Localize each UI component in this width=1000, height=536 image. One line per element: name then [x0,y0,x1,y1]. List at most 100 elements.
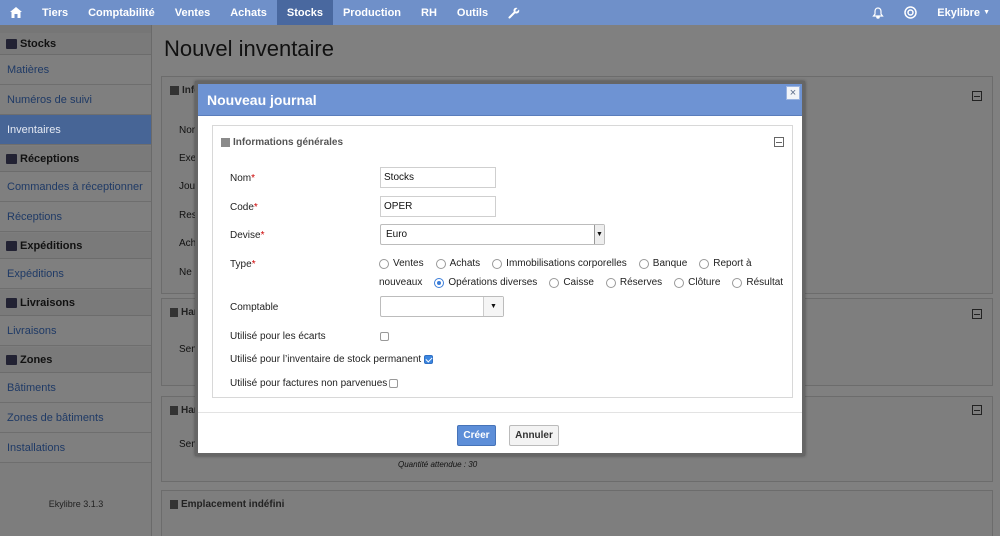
sidebar-item-receptions[interactable]: Réceptions [0,202,151,232]
type-radio-row-2: nouveaux Opérations diverses Caisse Rése… [379,277,783,288]
home-icon [10,7,22,18]
close-button[interactable]: × [786,86,800,100]
comptable-label: Comptable [230,302,279,313]
book-icon [221,138,230,147]
ecarts-checkbox[interactable] [380,332,389,341]
collapse-icon[interactable] [972,309,982,319]
sidebar-group-expeditions: Expéditions [0,233,151,259]
sidebar-item-numeros-suivi[interactable]: Numéros de suivi [0,85,151,115]
page-title: Nouvel inventaire [164,36,334,61]
radio-reserves[interactable] [605,277,616,288]
sidebar-item-livraisons[interactable]: Livraisons [0,316,151,346]
radio-label: nouveaux [379,277,423,288]
sidebar-group-stocks: Stocks [0,33,151,55]
sidebar-item-matieres[interactable]: Matières [0,55,151,85]
truck-icon [6,297,17,308]
devise-select[interactable]: Euro ▼ [380,224,605,245]
radio-caisse[interactable] [549,277,560,288]
notifications-button[interactable] [862,0,894,25]
selected-value: Euro [386,229,408,240]
new-journal-dialog: Nouveau journal × Informations générales… [195,81,805,456]
panel-title-text: Emplacement indéfini [181,499,285,510]
radio-report-a-nouveaux[interactable] [699,258,710,269]
sidebar-group-title: Expéditions [20,239,83,252]
nav-comptabilite[interactable]: Comptabilité [78,0,165,25]
radio-label: Clôture [688,277,721,288]
version-label: Ekylibre 3.1.3 [48,499,104,509]
nav-ventes[interactable]: Ventes [165,0,220,25]
book-icon [6,38,17,49]
caret-down-icon: ▼ [983,9,990,16]
doc-icon [170,308,178,317]
sidebar-item-inventaires[interactable]: Inventaires [0,115,151,145]
radio-banque[interactable] [638,258,649,269]
sidebar-group-title: Stocks [20,37,57,50]
book-icon [170,86,179,95]
radio-label: Report à [713,258,752,269]
inventaire-label: Utilisé pour l’inventaire de stock perma… [230,354,422,365]
comptable-select[interactable]: ▼ [380,296,504,317]
expected-quantity: Quantité attendue : 30 [398,460,478,469]
sidebar-group-zones: Zones [0,347,151,373]
sidebar-item-installations[interactable]: Installations [0,433,151,463]
radio-ventes[interactable] [379,258,389,269]
user-menu[interactable]: Ekylibre ▼ [927,0,1000,25]
section-title-text: Informations générales [233,137,344,148]
home-button[interactable] [0,0,32,25]
cancel-button[interactable]: Annuler [509,425,559,446]
sidebar-group-title: Livraisons [20,296,76,309]
dialog-footer: Créer Annuler [198,412,802,456]
label-text: Nom [230,173,252,184]
chevron-down-icon: ▼ [594,225,604,244]
truck-icon [6,153,17,164]
label-text: Type [230,259,252,270]
collapse-icon[interactable] [972,91,982,101]
nom-field[interactable]: Stocks [380,167,496,188]
sidebar-item-batiments[interactable]: Bâtiments [0,373,151,403]
wrench-icon [508,7,520,19]
nav-tiers[interactable]: Tiers [32,0,78,25]
user-name: Ekylibre [937,6,981,19]
lifebuoy-icon [904,6,917,19]
factures-checkbox[interactable] [389,379,398,388]
nav-production[interactable]: Production [333,0,411,25]
radio-achats[interactable] [435,258,446,269]
radio-resultat[interactable] [732,277,743,288]
top-nav: Tiers Comptabilité Ventes Achats Stocks … [0,0,1000,25]
sidebar-group-receptions: Réceptions [0,146,151,172]
nom-label: Nom* [230,173,255,184]
general-info-section: Informations générales Nom* Stocks Code*… [212,125,793,398]
sidebar-item-expeditions[interactable]: Expéditions [0,259,151,289]
nav-outils[interactable]: Outils [447,0,498,25]
radio-cloture[interactable] [674,277,685,288]
sidebar-item-zones-batiments[interactable]: Zones de bâtiments [0,403,151,433]
type-label: Type* [230,259,256,270]
ecarts-label: Utilisé pour les écarts [230,331,326,342]
nav-achats[interactable]: Achats [220,0,277,25]
doc-icon [170,406,178,415]
close-icon: × [789,87,797,99]
inventaire-checkbox[interactable] [424,355,433,364]
sidebar-item-commandes-a-receptionner[interactable]: Commandes à réceptionner [0,172,151,202]
code-field[interactable]: OPER [380,196,496,217]
help-button[interactable] [894,0,927,25]
panel-title: Emplacement indéfini [170,499,284,510]
required-mark: * [253,202,258,213]
nav-rh[interactable]: RH [411,0,447,25]
settings-button[interactable] [498,0,530,25]
radio-operations-diverses[interactable] [434,277,445,288]
radio-label: Résultat [746,277,784,288]
sidebar-group-livraisons: Livraisons [0,290,151,316]
collapse-icon[interactable] [774,137,784,147]
create-button[interactable]: Créer [457,425,496,446]
collapse-icon[interactable] [972,405,982,415]
radio-label: Ventes [393,258,424,269]
radio-label: Réserves [619,277,663,288]
sidebar: Stocks Matières Numéros de suivi Inventa… [0,25,152,536]
radio-label: Caisse [563,277,594,288]
radio-immobilisations[interactable] [492,258,503,269]
required-mark: * [251,259,256,270]
devise-label: Devise* [230,230,264,241]
label-text: Devise [230,230,261,241]
nav-stocks[interactable]: Stocks [276,0,333,25]
